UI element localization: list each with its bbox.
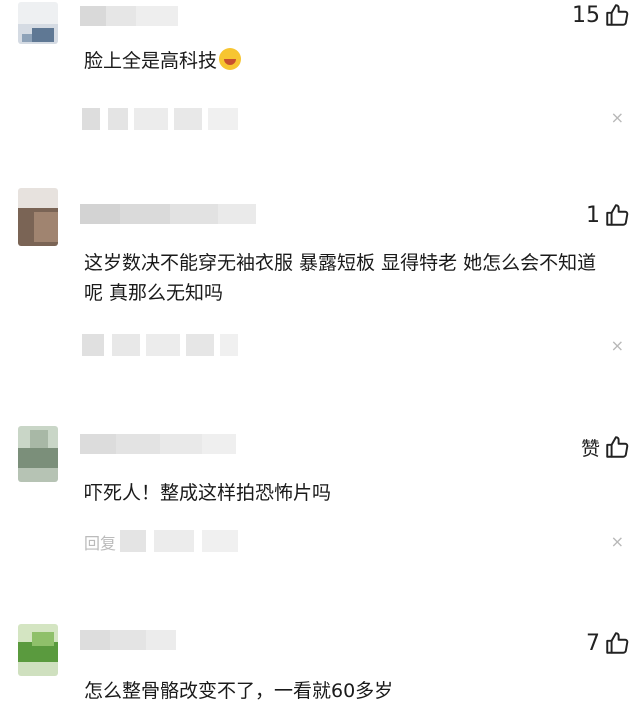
username-blurred[interactable]	[80, 630, 176, 650]
comment-item: 1 这岁数决不能穿无袖衣服 暴露短板 显得特老 她怎么会不知道呢 真那么无知吗 …	[0, 180, 640, 390]
like-count: 1	[586, 202, 600, 228]
username-blurred[interactable]	[80, 6, 178, 26]
avatar[interactable]	[18, 2, 58, 44]
thumbs-up-icon	[606, 632, 629, 654]
comment-text: 吓死人！整成这样拍恐怖片吗	[84, 482, 332, 504]
comment-text: 怎么整骨骼改变不了，一看就60多岁	[84, 680, 394, 702]
close-icon[interactable]: ×	[611, 336, 624, 355]
like-count: 赞	[580, 437, 600, 460]
thumbs-up-icon	[606, 204, 629, 226]
like-count: 7	[586, 630, 600, 656]
avatar[interactable]	[18, 624, 58, 676]
like-button[interactable]: 1	[586, 200, 630, 230]
thumbs-up-icon	[606, 436, 629, 458]
username-blurred[interactable]	[80, 434, 236, 454]
like-button[interactable]: 7	[586, 628, 630, 658]
avatar[interactable]	[18, 426, 58, 482]
reply-label[interactable]: 回复	[84, 530, 116, 554]
comment-meta-blurred	[82, 108, 238, 130]
like-button[interactable]: 15	[572, 0, 630, 30]
username-blurred[interactable]	[80, 204, 256, 224]
comment-text: 这岁数决不能穿无袖衣服 暴露短板 显得特老 她怎么会不知道呢 真那么无知吗	[84, 252, 597, 304]
comment-meta-blurred	[82, 334, 238, 356]
close-icon[interactable]: ×	[611, 532, 624, 551]
thumbs-up-icon	[606, 4, 629, 26]
like-count: 15	[572, 2, 600, 28]
avatar[interactable]	[18, 188, 58, 246]
comment-item: 15 脸上全是高科技 ×	[0, 0, 640, 170]
laughing-crying-emoji-icon	[219, 48, 242, 70]
comment-text: 脸上全是高科技	[84, 46, 620, 76]
close-icon[interactable]: ×	[611, 108, 624, 127]
comment-item: 赞 吓死人！整成这样拍恐怖片吗 回复 ×	[0, 400, 640, 600]
comment-item: 7 怎么整骨骼改变不了，一看就60多岁	[0, 612, 640, 711]
like-button[interactable]: 赞	[581, 432, 630, 462]
comment-meta-blurred	[120, 530, 238, 552]
